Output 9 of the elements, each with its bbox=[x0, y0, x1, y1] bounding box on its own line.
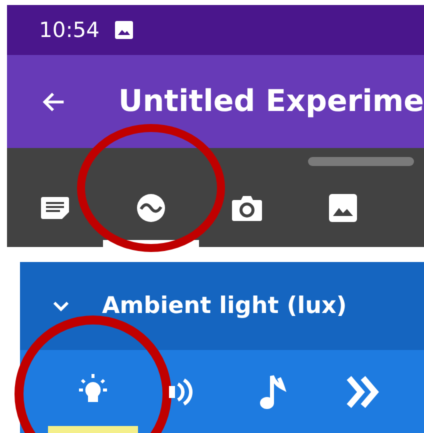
image-icon bbox=[328, 192, 358, 222]
status-time: 10:54 bbox=[39, 18, 100, 42]
experiment-title: Untitled Experime bbox=[118, 84, 424, 119]
sensor-title: Ambient light (lux) bbox=[102, 293, 347, 319]
note-icon bbox=[40, 194, 70, 220]
camera-icon bbox=[231, 194, 263, 222]
image-icon bbox=[114, 20, 134, 40]
drag-handle[interactable] bbox=[308, 157, 414, 166]
wave-icon bbox=[136, 192, 166, 222]
